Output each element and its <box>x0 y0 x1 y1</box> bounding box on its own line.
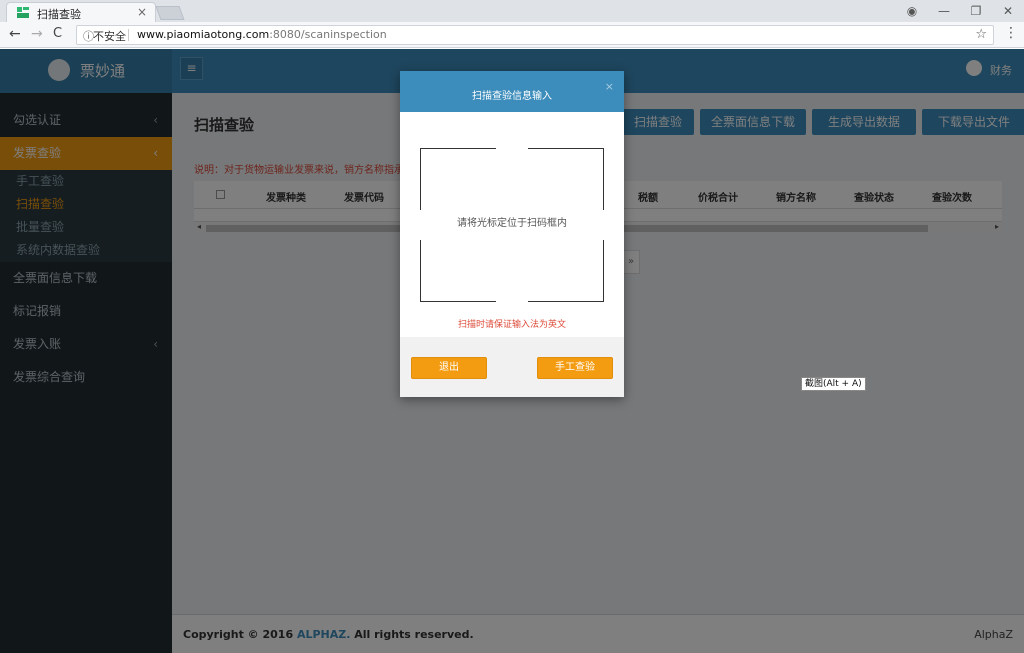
scan-frame[interactable]: 请将光标定位于扫码框内 <box>420 148 604 302</box>
tab-close-icon[interactable]: × <box>137 5 147 19</box>
scan-corner <box>528 240 604 302</box>
scan-input-modal: 扫描查验信息输入 × 请将光标定位于扫码框内 扫描时请保证输入法为英文 退出 手… <box>400 71 624 397</box>
window-controls: ◉ — ❐ ✕ <box>896 0 1024 22</box>
exit-button[interactable]: 退出 <box>411 357 487 379</box>
new-tab-button[interactable] <box>155 6 185 20</box>
profile-icon[interactable]: ◉ <box>896 4 928 18</box>
browser-tab-strip: 扫描查验 × ◉ — ❐ ✕ <box>0 0 1024 22</box>
back-icon[interactable]: ← <box>9 26 21 42</box>
modal-close-icon[interactable]: × <box>605 80 614 93</box>
scan-corner <box>420 148 496 210</box>
close-window-button[interactable]: ✕ <box>992 4 1024 18</box>
reload-icon[interactable]: C <box>53 26 62 41</box>
address-bar[interactable]: ⓘ 不安全 www.piaomiaotong.com:8080/scaninsp… <box>76 25 994 45</box>
url-text: www.piaomiaotong.com:8080/scaninspection <box>137 28 387 41</box>
browser-tab[interactable]: 扫描查验 × <box>6 2 156 22</box>
browser-menu-icon[interactable]: ⋮ <box>1004 25 1018 41</box>
url-separator <box>128 29 129 41</box>
minimize-button[interactable]: — <box>928 4 960 18</box>
browser-toolbar: ← → C ⓘ 不安全 www.piaomiaotong.com:8080/sc… <box>0 22 1024 48</box>
modal-title: 扫描查验信息输入 <box>472 91 552 102</box>
scan-warning: 扫描时请保证输入法为英文 <box>457 320 566 330</box>
scan-corner <box>528 148 604 210</box>
restore-button[interactable]: ❐ <box>960 4 992 18</box>
site-favicon-icon <box>17 7 29 18</box>
scan-instruction: 请将光标定位于扫码框内 <box>457 218 567 229</box>
modal-body: 请将光标定位于扫码框内 扫描时请保证输入法为英文 <box>400 112 624 337</box>
scan-corner <box>420 240 496 302</box>
screenshot-tooltip: 截图(Alt + A) <box>801 377 866 391</box>
forward-icon[interactable]: → <box>31 26 43 42</box>
manual-check-button[interactable]: 手工查验 <box>537 357 613 379</box>
bookmark-star-icon[interactable]: ☆ <box>975 27 987 42</box>
modal-footer: 退出 手工查验 <box>400 337 624 397</box>
modal-header: 扫描查验信息输入 × <box>400 71 624 112</box>
security-label: 不安全 <box>93 30 126 43</box>
tab-title: 扫描查验 <box>37 8 81 21</box>
